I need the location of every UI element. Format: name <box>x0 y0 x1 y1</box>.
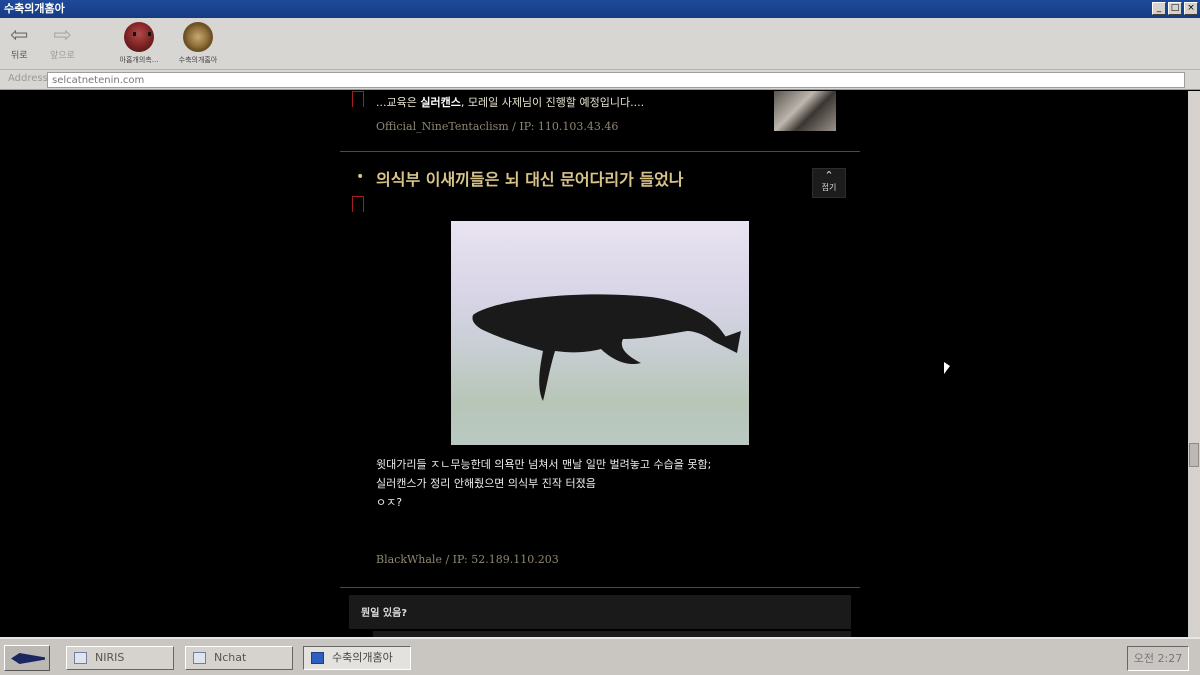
previous-post-meta: Official_NineTentaclism / IP: 110.103.43… <box>376 120 619 133</box>
previous-post: ...교육은 실러캔스, 모레일 사제님이 진행할 예정입니다.... Offi… <box>350 91 860 151</box>
post-body-line: 실러캔스가 정리 안해줬으면 의식부 진작 터졌음 <box>376 477 596 490</box>
chevron-up-icon: ⌃ <box>824 169 834 182</box>
post-body: 윗대가리들 ㅈㄴ무능한데 의욕만 넘쳐서 맨날 일만 벌려놓고 수습을 못함; … <box>376 455 711 512</box>
taskbar-item-sucheuk[interactable]: 수축의개홈아 <box>303 646 411 670</box>
previous-post-text-prefix: ...교육은 <box>376 96 421 109</box>
fold-button[interactable]: ⌃ 접기 <box>812 168 846 198</box>
page-viewport: ...교육은 실러캔스, 모레일 사제님이 진행할 예정입니다.... Offi… <box>0 91 1188 637</box>
post-divider <box>340 151 860 152</box>
task-label: NIRIS <box>95 651 125 664</box>
octopus-icon <box>124 22 154 52</box>
previous-post-text: ...교육은 실러캔스, 모레일 사제님이 진행할 예정입니다.... <box>376 94 644 110</box>
forward-label: 앞으로 <box>50 51 75 61</box>
favorite-nine-tentacles[interactable]: 아홉개의촉... <box>111 22 167 65</box>
bookmark-icon[interactable] <box>352 196 364 213</box>
window-title: 수축의개홈아 <box>4 2 65 15</box>
favorite-label: 수축의개홈아 <box>178 56 218 64</box>
browser-toolbar: ⇦ 뒤로 ⇨ 앞으로 아홉개의촉... 수축의개홈아 <box>0 18 1200 70</box>
post-body-line: 윗대가리들 ㅈㄴ무능한데 의욕만 넘쳐서 맨날 일만 벌려놓고 수습을 못함; <box>376 458 712 471</box>
bullet-icon: • <box>356 169 365 185</box>
start-logo-icon <box>11 653 45 664</box>
previous-post-text-suffix: , 모레일 사제님이 진행할 예정입니다.... <box>460 96 645 109</box>
browser-icon <box>311 652 324 664</box>
window-icon <box>193 652 206 664</box>
comment-item[interactable]: 뭔일 있음? <box>349 595 851 629</box>
back-label: 뒤로 <box>10 51 28 61</box>
address-bar: Address selcatnetenin.com <box>0 70 1200 90</box>
forward-arrow-icon: ⇨ <box>53 23 72 48</box>
taskbar-item-nchat[interactable]: Nchat <box>185 646 293 670</box>
previous-post-thumbnail[interactable] <box>774 91 836 131</box>
window-icon <box>74 652 87 664</box>
previous-post-highlight: 실러캔스 <box>420 96 461 109</box>
vertical-scrollbar[interactable] <box>1188 91 1200 637</box>
address-label: Address <box>8 73 48 84</box>
maximize-button[interactable]: □ <box>1168 2 1182 15</box>
scrollbar-thumb[interactable] <box>1189 443 1199 467</box>
taskbar-item-niris[interactable]: NIRIS <box>66 646 174 670</box>
bookmark-icon[interactable] <box>352 91 364 108</box>
back-arrow-icon: ⇦ <box>10 23 29 48</box>
seal-icon <box>183 22 213 52</box>
whale-illustration <box>472 294 741 401</box>
task-label: 수축의개홈아 <box>332 651 393 664</box>
address-input[interactable]: selcatnetenin.com <box>47 72 1185 88</box>
minimize-button[interactable]: _ <box>1152 2 1166 15</box>
post-divider <box>340 587 860 588</box>
taskbar: NIRIS Nchat 수축의개홈아 오전 2:27 <box>0 637 1200 675</box>
back-button[interactable]: ⇦ 뒤로 <box>10 23 29 62</box>
post-image <box>451 221 749 445</box>
task-label: Nchat <box>214 651 247 664</box>
fold-label: 접기 <box>821 183 837 192</box>
whale-shape <box>472 294 737 401</box>
window-titlebar: 수축의개홈아 _ □ × <box>0 0 1200 18</box>
mouse-cursor-icon <box>944 362 950 374</box>
favorite-label: 아홉개의촉... <box>119 56 159 64</box>
post-author: BlackWhale / IP: 52.189.110.203 <box>376 553 559 566</box>
post-body-line: ㅇㅈ? <box>376 496 403 509</box>
start-button[interactable] <box>4 645 50 671</box>
favorite-sucheuk-home[interactable]: 수축의개홈아 <box>170 22 226 65</box>
forward-button[interactable]: ⇨ 앞으로 <box>50 23 75 62</box>
close-button[interactable]: × <box>1184 2 1198 15</box>
comment-text: 뭔일 있음? <box>361 608 408 619</box>
post-title: 의식부 이새끼들은 뇌 대신 문어다리가 들었나 <box>376 170 684 189</box>
taskbar-clock: 오전 2:27 <box>1127 646 1189 671</box>
